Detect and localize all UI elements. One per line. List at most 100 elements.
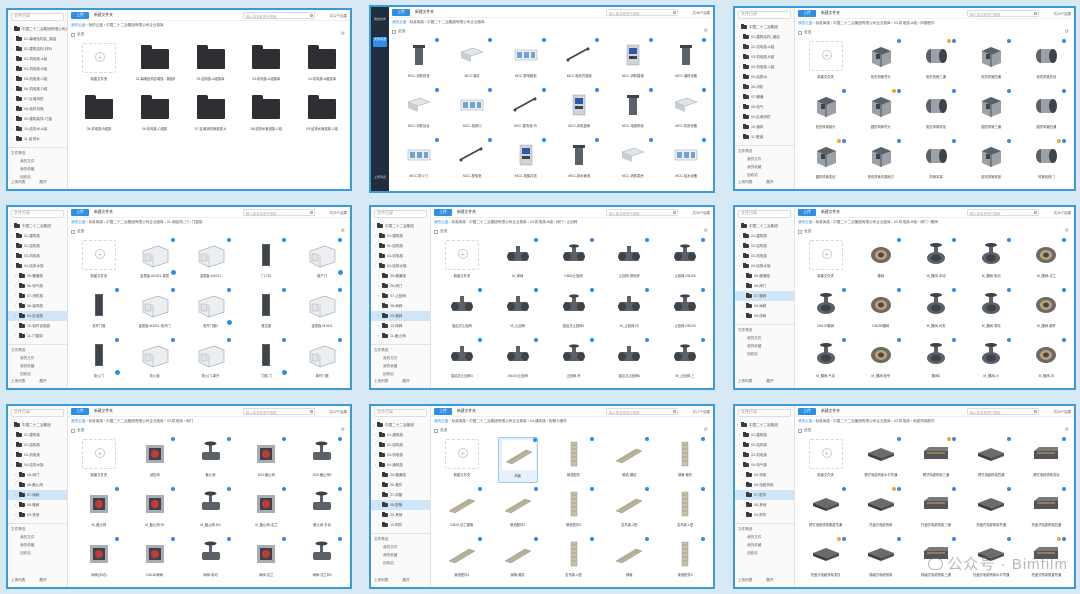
family-file-tile[interactable]: MCC-配电柜-外 — [506, 88, 546, 134]
sidebar-search[interactable]: 文件目录 — [738, 409, 791, 417]
family-file-tile[interactable]: 旋启式止回阀4 — [609, 338, 650, 384]
sidebar-search[interactable]: 文件目录 — [374, 210, 427, 218]
family-file-tile[interactable]: 金属板-M1021 — [191, 238, 231, 284]
family-file-tile[interactable]: MCC-电缆桥架 — [613, 88, 653, 134]
expand-link[interactable]: 展开 — [766, 180, 773, 184]
folder-tree-item[interactable]: › 10-通风 — [735, 122, 794, 132]
family-file-tile[interactable]: 槽式电缆桥架四通 — [971, 437, 1012, 483]
new-folder-placeholder[interactable]: + — [81, 43, 116, 73]
breadcrumb-item[interactable]: 03-机电族-A组 — [894, 21, 917, 25]
folder-tree-item[interactable]: › 04-给排水族 — [8, 261, 67, 271]
sidebar-filter-item[interactable]: 我的文件 — [371, 356, 430, 361]
breadcrumb-item[interactable]: 标准库族 — [89, 220, 103, 224]
new-folder-tile[interactable]: + 新建文件夹 — [79, 238, 119, 284]
folder-tree-item[interactable]: › 06-电气族 — [8, 281, 67, 291]
search-icon[interactable] — [673, 211, 676, 214]
family-file-tile[interactable]: 圆形风管四通 — [1026, 89, 1067, 135]
folder-tree-item[interactable]: › 10-球阀 — [371, 321, 430, 331]
upload-button[interactable]: 上传 — [71, 208, 89, 216]
search-icon[interactable] — [673, 11, 676, 14]
family-file-tile[interactable]: MCC-消防楼梯 — [613, 38, 653, 84]
folder-tree-item[interactable]: › 02-结构族 — [371, 241, 430, 251]
family-file-tile[interactable]: MCC-风机盘管 — [559, 88, 600, 134]
family-file-tile[interactable]: DN150闸阀 — [135, 537, 175, 583]
family-file-tile[interactable]: M_蝶阀-对夹 — [916, 288, 956, 334]
upload-button[interactable]: 上传 — [798, 407, 816, 415]
folder-tree-item[interactable]: › 05-暖通族 — [735, 271, 794, 281]
family-file-tile[interactable]: 金属板-M1521-单层 — [135, 238, 176, 284]
family-file-tile[interactable]: 管道配件4 — [442, 537, 482, 583]
search-input[interactable]: 输入族名称进行搜索 — [243, 12, 315, 19]
family-file-tile[interactable]: 蝶阀2 — [916, 338, 956, 384]
refresh-icon[interactable]: ⟳ — [1065, 427, 1069, 433]
family-file-tile[interactable]: M_截止阀-法兰 — [246, 487, 287, 533]
expand-link[interactable]: 展开 — [766, 379, 773, 383]
new-folder-button[interactable]: 新建文件夹 — [94, 409, 113, 414]
family-file-tile[interactable]: 支吊架-Z型 — [609, 487, 650, 533]
new-folder-placeholder[interactable]: + — [444, 439, 479, 469]
breadcrumb-item[interactable]: 我的云盘 — [798, 220, 812, 224]
breadcrumb-item[interactable]: 我的云盘 — [392, 20, 406, 24]
breadcrumb-item[interactable]: 配管与管件 — [549, 419, 567, 423]
family-file-tile[interactable]: 矩形风管软接 — [971, 139, 1012, 185]
family-file-tile[interactable]: 旋启式止回阀3 — [442, 338, 482, 384]
refresh-icon[interactable]: ⟳ — [704, 427, 708, 433]
folder-tile[interactable]: 07-区域消防管道族-A — [191, 91, 231, 137]
sidebar-filter-item[interactable]: 回收站 — [371, 372, 430, 377]
family-file-tile[interactable]: 减压阀 — [135, 437, 175, 483]
new-folder-tile[interactable]: + 新建文件夹 — [442, 238, 482, 284]
family-file-tile[interactable]: 窗户门 — [302, 238, 344, 284]
new-folder-placeholder[interactable]: + — [808, 439, 843, 469]
family-file-tile[interactable]: 管道配件 — [554, 437, 594, 483]
family-file-tile[interactable]: 蝶阀 — [861, 238, 901, 284]
sidebar-filter-item[interactable]: 我的文件 — [735, 157, 794, 162]
refresh-icon[interactable]: ⟳ — [704, 228, 708, 234]
folder-tree-item[interactable]: › 05-机电族-C组 — [8, 74, 67, 84]
new-folder-tile[interactable]: + 新建文件夹 — [79, 41, 119, 87]
folder-tree-item[interactable]: › 05-给排水 — [735, 72, 794, 82]
folder-tile[interactable]: 01-幕墙结构区域族 - 钢结构 — [135, 41, 175, 87]
family-file-tile[interactable]: M_截止阀-90 — [135, 487, 175, 533]
upload-list-footer[interactable]: 上传列表 展开 — [738, 180, 774, 185]
folder-tree-item[interactable]: › 中国二十二冶集团 — [371, 221, 430, 231]
folder-tree-item[interactable]: › 08-其他 — [735, 500, 794, 510]
sidebar-filter-item[interactable]: 我的收藏 — [735, 543, 794, 548]
family-file-tile[interactable]: 止回阀-外 — [554, 338, 594, 384]
sidebar-filter-item[interactable]: 回收站 — [735, 352, 794, 357]
family-file-tile[interactable]: M_截止阀-DN — [191, 487, 231, 533]
breadcrumb-item[interactable]: 标准库族 — [452, 220, 466, 224]
search-icon[interactable] — [1034, 12, 1037, 15]
family-file-tile[interactable]: 管道-螺纹 — [609, 437, 650, 483]
nav-item-upload-list[interactable]: 上传列表 — [373, 175, 387, 183]
breadcrumb-item[interactable]: 中国二十二冶集团有限公司企业族库 — [469, 220, 527, 224]
folder-tree-item[interactable]: › 08-配管 — [371, 500, 430, 510]
sidebar-filter-item[interactable]: 我的收藏 — [8, 167, 67, 172]
family-file-tile[interactable]: DZ0-截止阀2 — [302, 437, 343, 483]
new-folder-button[interactable]: 新建文件夹 — [94, 210, 113, 215]
family-file-tile[interactable]: 截止阀 — [191, 437, 231, 483]
breadcrumb-item[interactable]: 04-通风族 — [530, 419, 546, 423]
folder-tree-item[interactable]: › 09-其他 — [371, 510, 430, 520]
breadcrumb-item[interactable]: 我的云盘 — [71, 23, 85, 27]
refresh-icon[interactable]: ⟳ — [341, 31, 345, 37]
family-file-tile[interactable]: DN50止回阀 — [554, 238, 594, 284]
family-file-tile[interactable]: 矩形风管天圆地方 — [861, 139, 901, 185]
family-file-tile[interactable]: M_蝶阀-涡轮 — [971, 288, 1012, 334]
checkbox-icon[interactable] — [71, 32, 75, 37]
family-file-tile[interactable]: 支吊架-L型 — [665, 487, 706, 533]
family-file-tile[interactable]: M_止回阀 — [498, 288, 538, 334]
folder-tree-item[interactable]: › 08-电气 — [735, 102, 794, 112]
new-folder-placeholder[interactable]: + — [444, 240, 479, 270]
breadcrumb-item[interactable]: 标准库族 — [816, 21, 830, 25]
folder-tree-item[interactable]: › 06-机电族-D组 — [8, 84, 67, 94]
family-file-tile[interactable]: M_蝶阀-信号 — [861, 338, 901, 384]
family-file-tile[interactable]: 风管检修门 — [1026, 139, 1067, 185]
folder-tree-item[interactable]: › 07-暖通 — [735, 92, 794, 102]
folder-tree-item[interactable]: › 07-蝶阀 — [735, 291, 794, 301]
folder-tree-item[interactable]: › 07-闸阀 — [8, 490, 67, 500]
folder-tree-item[interactable]: › 03-机电族-A组 — [8, 54, 67, 64]
folder-tile[interactable]: 08-给排水管道族-C组 — [246, 91, 286, 137]
checkbox-icon[interactable] — [798, 428, 802, 433]
sidebar-search[interactable]: 文件目录 — [11, 13, 64, 21]
folder-tree-item[interactable]: › 01-建筑族 — [371, 231, 430, 241]
